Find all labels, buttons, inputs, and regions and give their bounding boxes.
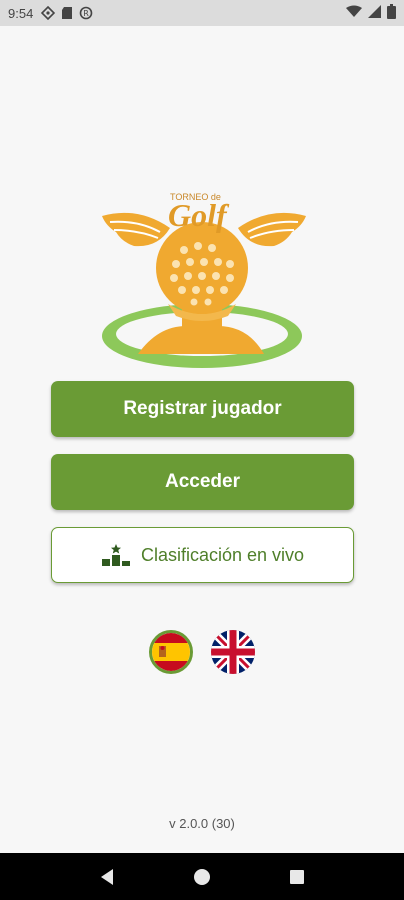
navigation-bar	[0, 853, 404, 900]
back-icon[interactable]	[95, 865, 119, 889]
recents-icon[interactable]	[285, 865, 309, 889]
home-icon[interactable]	[190, 865, 214, 889]
register-player-button[interactable]: Registrar jugador	[51, 381, 354, 437]
sd-card-icon	[60, 6, 74, 20]
login-label: Acceder	[165, 471, 240, 492]
uk-flag-icon[interactable]	[211, 630, 255, 674]
location-icon	[41, 6, 56, 20]
status-bar: 9:54 R	[0, 0, 404, 26]
app-version: v 2.0.0 (30)	[169, 816, 235, 831]
register-player-label: Registrar jugador	[123, 398, 282, 419]
tournament-logo: TORNEO de Golf	[98, 176, 310, 368]
battery-icon	[387, 4, 396, 22]
login-button[interactable]: Acceder	[51, 454, 354, 510]
svg-text:R: R	[84, 9, 90, 18]
status-right	[346, 4, 396, 22]
golf-logo-image: TORNEO de Golf	[102, 192, 306, 368]
wifi-icon	[346, 5, 362, 21]
live-ranking-label: Clasificación en vivo	[140, 544, 305, 565]
spanish-flag-icon[interactable]	[149, 630, 193, 674]
live-ranking-button[interactable]: Clasificación en vivo	[51, 527, 354, 583]
podium-icon	[101, 544, 131, 566]
logo-line2: Golf	[168, 197, 230, 233]
vpn-icon: R	[79, 6, 93, 20]
signal-icon	[368, 5, 381, 21]
language-selector	[0, 630, 404, 678]
status-time: 9:54	[8, 5, 34, 21]
